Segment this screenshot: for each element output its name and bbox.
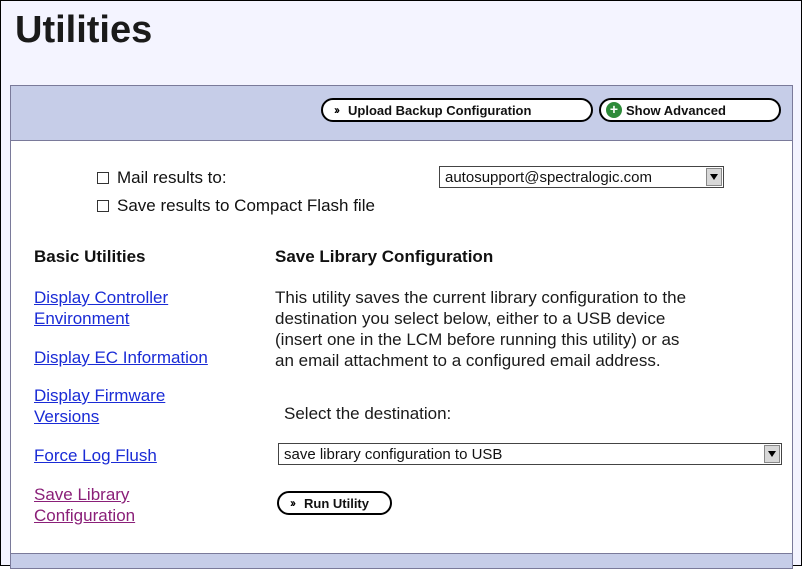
description-line: an email attachment to a configured emai… (275, 351, 661, 370)
run-utility-button[interactable]: ›› Run Utility (277, 491, 392, 515)
utility-description: This utility saves the current library c… (275, 287, 686, 371)
sidebar-item-label: Display Firmware (34, 386, 166, 405)
chevron-down-icon[interactable] (764, 445, 780, 463)
sidebar-item-label: Display Controller (34, 288, 169, 307)
sidebar-item-display-controller-environment[interactable]: Display Controller Environment (34, 287, 168, 329)
sidebar-item-label: Versions (34, 407, 100, 426)
mail-results-checkbox[interactable] (97, 172, 109, 184)
double-chevron-right-icon: ›› (328, 102, 344, 118)
mail-recipient-value: autosupport@spectralogic.com (445, 168, 652, 186)
save-flash-row: Save results to Compact Flash file (97, 196, 375, 216)
mail-recipient-select[interactable]: autosupport@spectralogic.com (439, 166, 724, 188)
basic-utilities-heading: Basic Utilities (34, 247, 146, 266)
save-flash-checkbox[interactable] (97, 200, 109, 212)
chevron-down-icon[interactable] (706, 168, 722, 186)
mail-results-row: Mail results to: (97, 168, 227, 188)
sidebar-item-label: Force Log Flush (34, 446, 157, 465)
sidebar-item-label: Configuration (34, 506, 136, 525)
run-utility-label: Run Utility (304, 495, 369, 511)
description-line: (insert one in the LCM before running th… (275, 330, 680, 349)
destination-label: Select the destination: (284, 404, 452, 423)
utilities-window: Utilities ›› Upload Backup Configuration… (0, 0, 802, 569)
sidebar-item-label: Save Library (34, 485, 130, 504)
utilities-panel: ›› Upload Backup Configuration + Show Ad… (10, 85, 793, 569)
description-line: This utility saves the current library c… (275, 288, 687, 307)
sidebar-item-save-library-configuration[interactable]: Save Library Configuration (34, 484, 135, 526)
sidebar-item-force-log-flush[interactable]: Force Log Flush (34, 445, 157, 466)
destination-value: save library configuration to USB (284, 445, 503, 463)
sidebar-item-display-ec-information[interactable]: Display EC Information (34, 347, 208, 368)
sidebar-item-label: Display EC Information (34, 348, 208, 367)
plus-circle-icon: + (606, 102, 622, 118)
upload-backup-configuration-label: Upload Backup Configuration (348, 102, 532, 118)
sidebar-item-display-firmware-versions[interactable]: Display Firmware Versions (34, 385, 165, 427)
show-advanced-label: Show Advanced (626, 102, 726, 118)
upload-backup-configuration-button[interactable]: ›› Upload Backup Configuration (321, 98, 593, 122)
double-chevron-right-icon: ›› (284, 495, 300, 511)
description-line: destination you select below, either to … (275, 309, 666, 328)
save-flash-label: Save results to Compact Flash file (117, 196, 375, 215)
sidebar-item-label: Environment (34, 309, 130, 328)
utility-heading: Save Library Configuration (275, 247, 494, 266)
destination-select[interactable]: save library configuration to USB (278, 443, 782, 465)
toolbar: ›› Upload Backup Configuration + Show Ad… (11, 86, 792, 141)
page-title: Utilities (15, 9, 153, 51)
show-advanced-button[interactable]: + Show Advanced (599, 98, 781, 122)
mail-results-label: Mail results to: (117, 168, 227, 187)
